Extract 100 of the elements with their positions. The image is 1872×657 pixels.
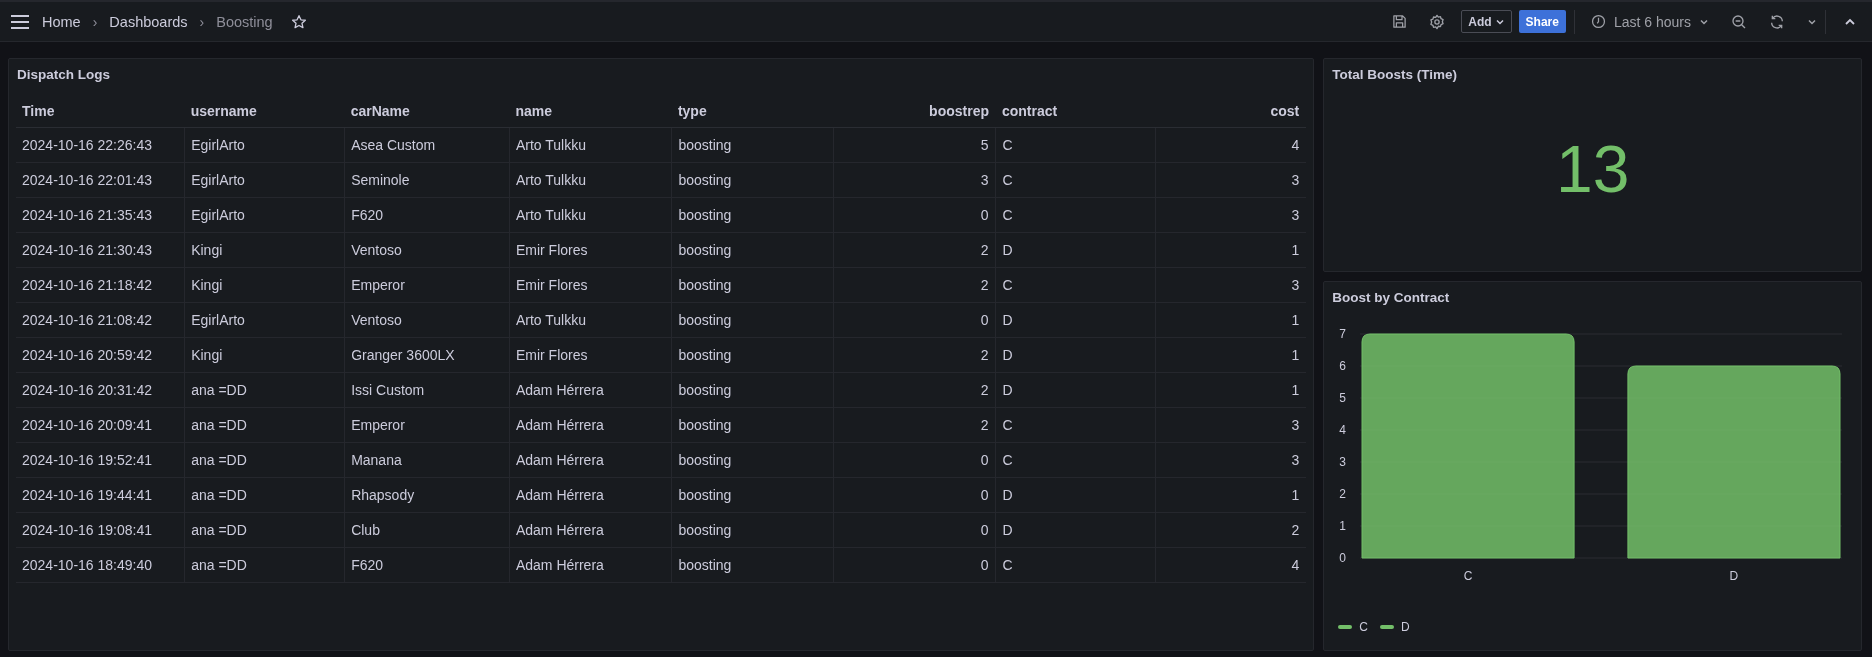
table-cell: 4 [1155, 547, 1307, 583]
table-cell: 1 [1155, 302, 1307, 338]
table-cell: 0 [833, 477, 996, 513]
menu-icon[interactable] [10, 14, 30, 29]
table-cell: Seminole [344, 162, 510, 198]
table-cell: 2 [833, 407, 996, 443]
table-cell: Arto Tulkku [509, 162, 672, 198]
column-header[interactable]: cost [1155, 95, 1307, 128]
legend-item[interactable]: D [1379, 620, 1410, 634]
y-axis-label: 7 [1339, 327, 1347, 341]
table-cell: 5 [833, 127, 996, 163]
column-header[interactable]: Time [16, 95, 185, 128]
breadcrumb-separator: › [199, 13, 205, 30]
y-axis-label: 2 [1339, 487, 1347, 501]
table-cell: 2 [833, 232, 996, 268]
panel-title: Dispatch Logs [16, 66, 111, 84]
table-cell: C [996, 442, 1156, 478]
share-button[interactable]: Share [1518, 10, 1566, 33]
table-cell: boosting [671, 197, 834, 233]
table-cell: 3 [1155, 197, 1307, 233]
table-cell: 2024-10-16 19:44:41 [16, 477, 185, 513]
column-header[interactable]: name [509, 95, 672, 128]
column-header[interactable]: username [184, 95, 345, 128]
table-cell: 3 [1155, 267, 1307, 303]
table-cell: C [996, 197, 1156, 233]
table-cell: EgirlArto [184, 302, 345, 338]
panel-title: Total Boosts (Time) [1331, 66, 1459, 84]
table-cell: D [996, 337, 1156, 373]
table-cell: Emperor [344, 407, 510, 443]
table-cell: 2 [833, 372, 996, 408]
table-cell: Ventoso [344, 302, 510, 338]
x-axis-label: D [1729, 569, 1739, 583]
table-cell: Manana [344, 442, 510, 478]
table-cell: boosting [671, 337, 834, 373]
save-icon[interactable] [1392, 14, 1408, 29]
refresh-icon[interactable] [1769, 13, 1785, 30]
table-cell: boosting [671, 372, 834, 408]
table-cell: boosting [671, 267, 834, 303]
table-cell: D [996, 232, 1156, 268]
table-cell: boosting [671, 407, 834, 443]
table-cell: D [996, 302, 1156, 338]
table-cell: ana =DD [184, 512, 345, 548]
table-cell: ana =DD [184, 442, 345, 478]
table-cell: Emir Flores [509, 267, 672, 303]
table-cell: 2 [833, 337, 996, 373]
y-axis-label: 6 [1339, 359, 1347, 373]
table-cell: 2 [1155, 512, 1307, 548]
add-button[interactable]: Add [1461, 10, 1512, 33]
table-cell: C [996, 547, 1156, 583]
table-cell: ana =DD [184, 547, 345, 583]
stat-value: 13 [1555, 136, 1630, 202]
panel-title: Boost by Contract [1331, 289, 1451, 307]
table-cell: C [996, 267, 1156, 303]
table-cell: D [996, 512, 1156, 548]
table-cell: 2024-10-16 21:30:43 [16, 232, 185, 268]
column-header[interactable]: carName [344, 95, 510, 128]
table-cell: Arto Tulkku [509, 302, 672, 338]
table-cell: boosting [671, 442, 834, 478]
y-axis-label: 5 [1339, 391, 1347, 405]
table-cell: boosting [671, 547, 834, 583]
column-header[interactable]: contract [996, 95, 1156, 128]
breadcrumb-link[interactable]: Dashboards [109, 13, 188, 30]
table-cell: Adam Hérrera [509, 547, 672, 583]
table-cell: Arto Tulkku [509, 197, 672, 233]
column-header[interactable]: type [671, 95, 834, 128]
table-cell: Kingi [184, 267, 345, 303]
table-cell: 0 [833, 442, 996, 478]
table-cell: 3 [1155, 407, 1307, 443]
x-axis-label: C [1464, 569, 1473, 583]
table-cell: Kingi [184, 232, 345, 268]
time-range-picker[interactable]: Last 6 hours [1590, 13, 1709, 30]
table-cell: C [996, 162, 1156, 198]
table-cell: 2024-10-16 22:26:43 [16, 127, 185, 163]
table-cell: Arto Tulkku [509, 127, 672, 163]
y-axis-label: 0 [1339, 551, 1347, 565]
breadcrumb-link[interactable]: Boosting [216, 13, 273, 30]
breadcrumb-link[interactable]: Home [42, 13, 81, 30]
table-cell: Adam Hérrera [509, 477, 672, 513]
settings-icon[interactable] [1429, 13, 1446, 30]
table-cell: Asea Custom [344, 127, 510, 163]
table-cell: 4 [1155, 127, 1307, 163]
table-cell: 2 [833, 267, 996, 303]
legend-item[interactable]: C [1338, 620, 1368, 634]
table-cell: Adam Hérrera [509, 512, 672, 548]
table-cell: 1 [1155, 337, 1307, 373]
table-cell: F620 [344, 197, 510, 233]
column-header[interactable]: boostrep [833, 95, 996, 128]
table-cell: 2024-10-16 18:49:40 [16, 547, 185, 583]
table-cell: Granger 3600LX [344, 337, 510, 373]
table-cell: Rhapsody [344, 477, 510, 513]
zoom-out-icon[interactable] [1731, 13, 1747, 30]
table-cell: 2024-10-16 21:08:42 [16, 302, 185, 338]
table-cell: ana =DD [184, 407, 345, 443]
table-cell: 1 [1155, 232, 1307, 268]
table-cell: boosting [671, 477, 834, 513]
table-cell: Emir Flores [509, 232, 672, 268]
star-icon[interactable] [290, 13, 307, 30]
table-cell: Issi Custom [344, 372, 510, 408]
table-cell: Emperor [344, 267, 510, 303]
y-axis-label: 3 [1339, 455, 1347, 469]
